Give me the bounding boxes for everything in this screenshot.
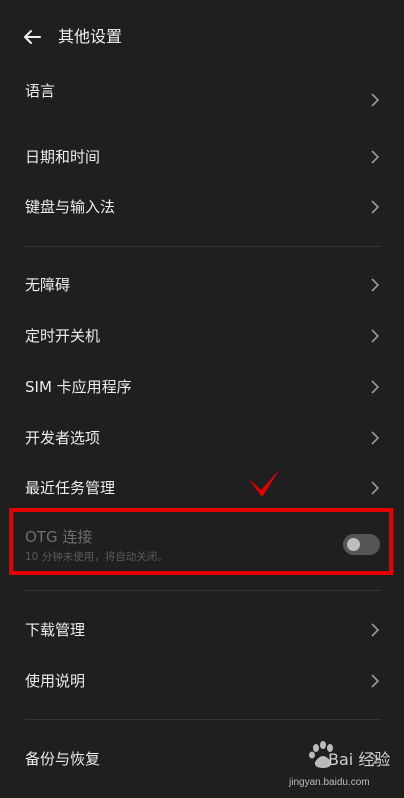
page-title: 其他设置 <box>58 27 123 46</box>
item-label: SIM 卡应用程序 <box>25 378 132 396</box>
item-label: 键盘与输入法 <box>25 198 116 216</box>
settings-item-keyboard[interactable]: 键盘与输入法 <box>0 188 404 228</box>
chevron-right-icon <box>371 481 380 495</box>
settings-item-user-guide[interactable]: 使用说明 <box>0 662 404 702</box>
checkmark-annotation-icon <box>248 469 280 497</box>
settings-item-sim-apps[interactable]: SIM 卡应用程序 <box>0 368 404 408</box>
watermark-url: jingyan.baidu.com <box>289 777 370 788</box>
item-label: 使用说明 <box>25 672 86 690</box>
chevron-right-icon <box>371 278 380 292</box>
item-label: 语言 <box>25 82 56 100</box>
otg-subtitle: 10 分钟未使用，将自动关闭。 <box>25 551 168 563</box>
chevron-right-icon <box>371 623 380 637</box>
toggle-knob <box>347 538 360 551</box>
item-label: 日期和时间 <box>25 148 101 166</box>
otg-toggle[interactable] <box>343 534 380 555</box>
section-divider <box>25 590 381 591</box>
watermark-brand: Bai 经验 <box>328 750 391 769</box>
item-label: 开发者选项 <box>25 429 101 447</box>
item-label: 下载管理 <box>25 621 86 639</box>
chevron-right-icon <box>371 200 380 214</box>
item-label: 最近任务管理 <box>25 479 116 497</box>
otg-title: OTG 连接 <box>25 528 93 546</box>
chevron-right-icon <box>371 329 380 343</box>
back-arrow-icon[interactable] <box>22 27 42 47</box>
settings-item-language[interactable]: 语言 <box>0 80 404 120</box>
chevron-right-icon <box>371 93 380 107</box>
top-bar: 其他设置 <box>0 0 404 74</box>
settings-item-recent-tasks[interactable]: 最近任务管理 <box>0 469 404 509</box>
settings-item-date-time[interactable]: 日期和时间 <box>0 138 404 178</box>
chevron-right-icon <box>371 674 380 688</box>
item-label: 定时开关机 <box>25 327 101 345</box>
settings-item-downloads[interactable]: 下载管理 <box>0 611 404 651</box>
chevron-right-icon <box>371 431 380 445</box>
settings-item-developer-options[interactable]: 开发者选项 <box>0 419 404 459</box>
chevron-right-icon <box>371 150 380 164</box>
settings-item-scheduled-power[interactable]: 定时开关机 <box>0 317 404 357</box>
item-label: 备份与恢复 <box>25 750 101 768</box>
chevron-right-icon <box>371 380 380 394</box>
settings-item-accessibility[interactable]: 无障碍 <box>0 266 404 306</box>
section-divider <box>25 246 381 247</box>
section-divider <box>25 719 381 720</box>
item-label: 无障碍 <box>25 276 71 294</box>
